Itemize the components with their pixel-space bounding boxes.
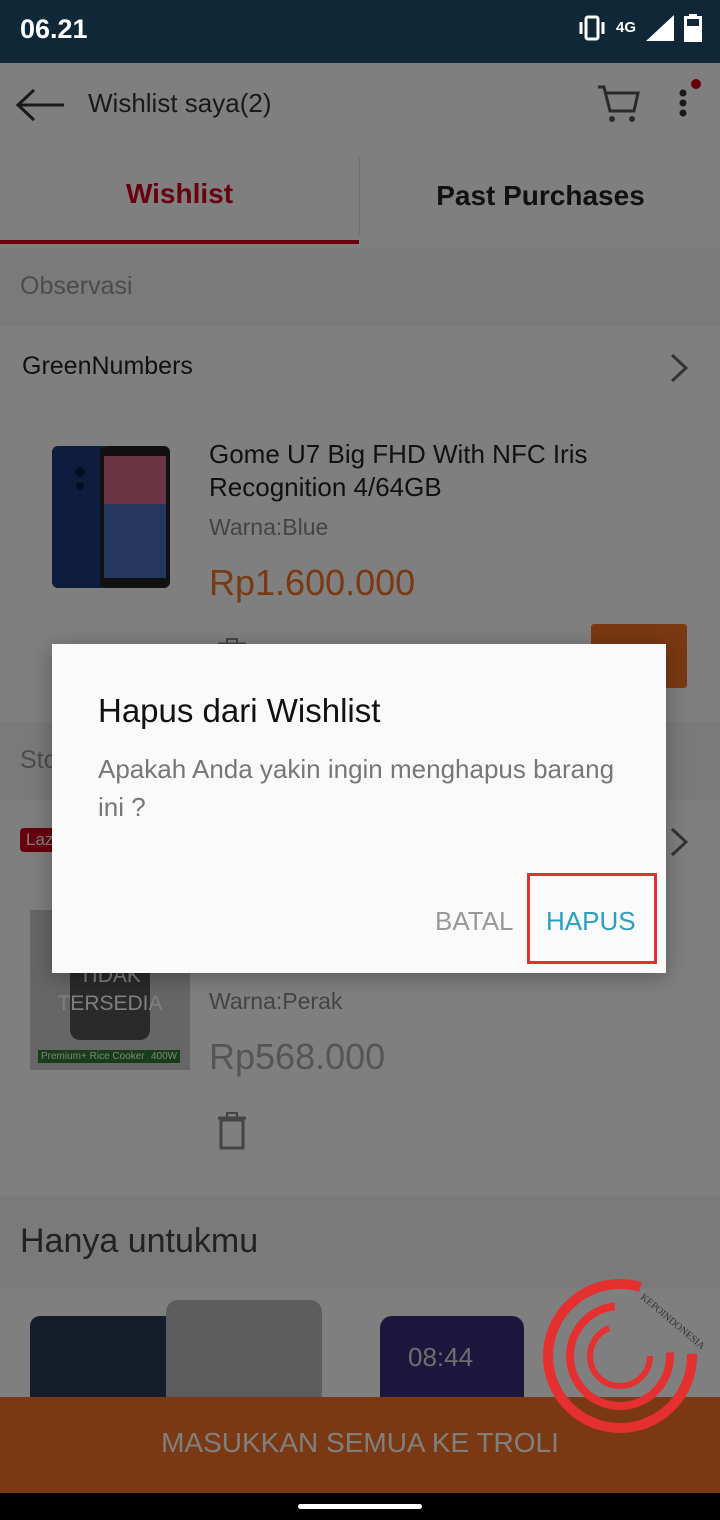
- dialog-title: Hapus dari Wishlist: [98, 692, 381, 729]
- network-type: 4G: [615, 19, 636, 36]
- watermark-logo: KEPOINDONESIA: [543, 1279, 706, 1433]
- status-time: 06.21: [20, 14, 88, 44]
- cancel-button[interactable]: BATAL: [435, 906, 514, 937]
- home-gesture-handle[interactable]: [298, 1504, 422, 1509]
- watermark-text: KEPOINDONESIA: [638, 1292, 706, 1353]
- battery-icon: [684, 14, 702, 42]
- status-icons: 4G: [578, 14, 702, 42]
- highlight-box: [527, 873, 657, 964]
- vibrate-icon: [579, 15, 605, 41]
- signal-icon: [646, 15, 674, 41]
- dialog-message: Apakah Anda yakin ingin menghapus barang…: [98, 754, 615, 822]
- status-bar: 06.21 4G: [0, 0, 720, 63]
